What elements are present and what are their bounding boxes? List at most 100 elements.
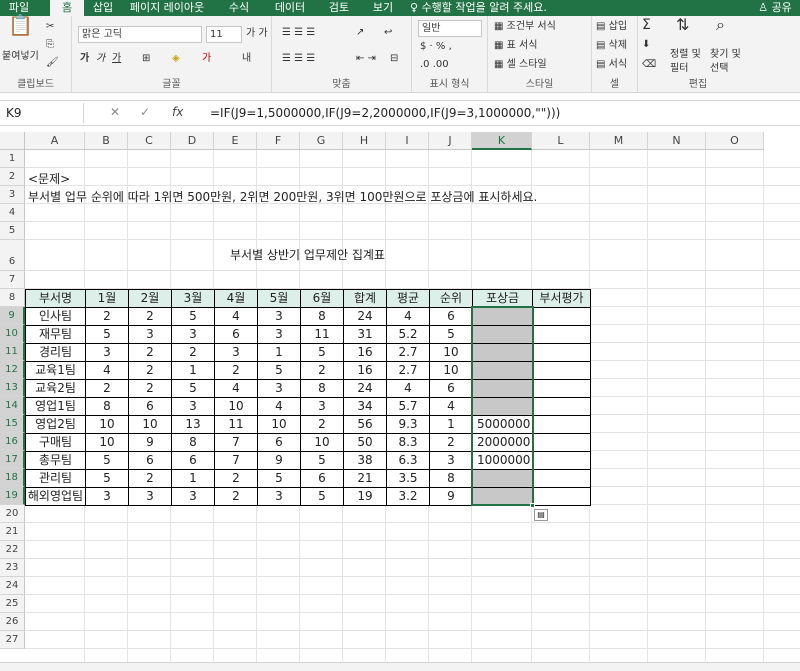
table-cell[interactable]: 영업2팀 xyxy=(25,415,86,434)
row-header-7[interactable]: 7 xyxy=(0,271,25,289)
table-cell[interactable]: 10 xyxy=(257,415,301,434)
row-header-8[interactable]: 8 xyxy=(0,289,25,307)
table-cell[interactable]: 3 xyxy=(85,343,129,362)
column-header-l[interactable]: L xyxy=(532,132,590,150)
table-cell[interactable]: 5 xyxy=(85,451,129,470)
table-cell[interactable]: 5 xyxy=(171,379,215,398)
table-header-cell[interactable]: 순위 xyxy=(429,289,473,308)
table-cell[interactable]: 4 xyxy=(85,361,129,380)
table-cell[interactable]: 10 xyxy=(429,361,473,380)
table-header-cell[interactable]: 5월 xyxy=(257,289,301,308)
evaluation-cell[interactable] xyxy=(532,433,591,452)
table-header-cell[interactable]: 4월 xyxy=(214,289,258,308)
evaluation-cell[interactable] xyxy=(532,307,591,326)
column-header-h[interactable]: H xyxy=(343,132,386,150)
tab-data[interactable]: 데이터 xyxy=(268,0,312,16)
tab-formulas[interactable]: 수식 xyxy=(222,0,256,16)
table-cell[interactable]: 5 xyxy=(429,325,473,344)
evaluation-cell[interactable] xyxy=(532,343,591,362)
font-name-select[interactable]: 맑은 고딕 xyxy=(78,26,202,43)
table-cell[interactable]: 2 xyxy=(85,307,129,326)
table-cell[interactable]: 5 xyxy=(257,361,301,380)
table-cell[interactable]: 11 xyxy=(214,415,258,434)
row-header-23[interactable]: 23 xyxy=(0,559,25,577)
worksheet-grid[interactable]: A B C D E F G H I J K L M N O 1 2 3 4 5 6 7 8 9 10 11 12 13 14 15 16 17… xyxy=(0,132,800,662)
table-cell[interactable]: 7 xyxy=(214,451,258,470)
column-header-o[interactable]: O xyxy=(706,132,764,150)
table-cell[interactable]: 10 xyxy=(85,415,129,434)
reward-cell[interactable] xyxy=(472,397,533,416)
select-all-corner[interactable] xyxy=(0,132,25,150)
fill-color-icon[interactable]: ◈ xyxy=(172,52,180,66)
table-cell[interactable]: 6 xyxy=(171,451,215,470)
table-cell[interactable]: 3 xyxy=(429,451,473,470)
table-cell[interactable]: 16 xyxy=(343,361,387,380)
table-cell[interactable]: 3 xyxy=(128,325,172,344)
tell-me-search[interactable]: ♀ 수행할 작업을 알려 주세요. xyxy=(410,0,570,16)
evaluation-cell[interactable] xyxy=(532,325,591,344)
row-header-18[interactable]: 18 xyxy=(0,469,25,487)
table-cell[interactable]: 5 xyxy=(300,451,344,470)
evaluation-cell[interactable] xyxy=(532,397,591,416)
border-icon[interactable]: ⊞ xyxy=(142,52,150,66)
table-cell[interactable]: 3 xyxy=(85,487,129,506)
table-header-cell[interactable]: 포상금 xyxy=(472,289,533,308)
row-header-12[interactable]: 12 xyxy=(0,361,25,379)
table-cell[interactable]: 2.7 xyxy=(386,361,430,380)
share-button[interactable]: ♙ 공유 xyxy=(752,0,798,16)
table-cell[interactable]: 2 xyxy=(214,361,258,380)
table-header-cell[interactable]: 평균 xyxy=(386,289,430,308)
row-header-19[interactable]: 19 xyxy=(0,487,25,505)
indent-icon[interactable]: ⇤ ⇥ xyxy=(356,52,376,66)
tab-home[interactable]: 홈 xyxy=(50,0,84,16)
paste-button[interactable]: 붙여넣기 xyxy=(2,50,39,64)
row-header-25[interactable]: 25 xyxy=(0,595,25,613)
align-left-icon[interactable]: ☰ ☰ ☰ xyxy=(282,52,315,66)
table-cell[interactable]: 3.5 xyxy=(386,469,430,488)
row-header-13[interactable]: 13 xyxy=(0,379,25,397)
reward-cell[interactable]: 1000000 xyxy=(472,451,533,470)
table-cell[interactable]: 56 xyxy=(343,415,387,434)
font-color-icon[interactable]: 가 xyxy=(202,52,211,66)
table-cell[interactable]: 2 xyxy=(128,469,172,488)
table-cell[interactable]: 2 xyxy=(128,343,172,362)
table-cell[interactable]: 10 xyxy=(214,397,258,416)
table-cell[interactable]: 5 xyxy=(300,343,344,362)
table-cell[interactable]: 8.3 xyxy=(386,433,430,452)
table-cell[interactable]: 4 xyxy=(257,397,301,416)
table-cell[interactable]: 3 xyxy=(171,487,215,506)
row-header-11[interactable]: 11 xyxy=(0,343,25,361)
paste-icon[interactable]: 📋 xyxy=(8,15,33,35)
table-cell[interactable]: 21 xyxy=(343,469,387,488)
table-cell[interactable]: 4 xyxy=(429,397,473,416)
column-header-k[interactable]: K xyxy=(472,132,532,150)
table-cell[interactable]: 11 xyxy=(300,325,344,344)
table-cell[interactable]: 2 xyxy=(128,307,172,326)
table-cell[interactable]: 관리팀 xyxy=(25,469,86,488)
evaluation-cell[interactable] xyxy=(532,469,591,488)
table-cell[interactable]: 2 xyxy=(128,361,172,380)
table-cell[interactable]: 6 xyxy=(128,451,172,470)
table-cell[interactable]: 38 xyxy=(343,451,387,470)
column-header-i[interactable]: I xyxy=(386,132,429,150)
table-cell[interactable]: 6 xyxy=(300,469,344,488)
table-cell[interactable]: 3 xyxy=(171,397,215,416)
table-cell[interactable]: 4 xyxy=(386,379,430,398)
column-header-b[interactable]: B xyxy=(85,132,128,150)
table-cell[interactable]: 5 xyxy=(300,487,344,506)
column-header-d[interactable]: D xyxy=(171,132,214,150)
cell-style-button[interactable]: ▦ 셀 스타일 xyxy=(494,58,547,72)
table-cell[interactable]: 6 xyxy=(429,379,473,398)
table-cell[interactable]: 4 xyxy=(214,379,258,398)
reward-cell[interactable] xyxy=(472,379,533,398)
reward-cell[interactable] xyxy=(472,487,533,506)
reward-cell[interactable] xyxy=(472,307,533,326)
reward-cell[interactable] xyxy=(472,325,533,344)
cut-icon[interactable]: ✂ xyxy=(46,20,54,34)
underline-button[interactable]: 가 xyxy=(112,52,121,66)
tab-insert[interactable]: 삽입 xyxy=(86,0,120,16)
row-header-24[interactable]: 24 xyxy=(0,577,25,595)
table-header-cell[interactable]: 3월 xyxy=(171,289,215,308)
table-cell[interactable]: 재무팀 xyxy=(25,325,86,344)
percent-icon[interactable]: $ · % , xyxy=(420,40,452,54)
